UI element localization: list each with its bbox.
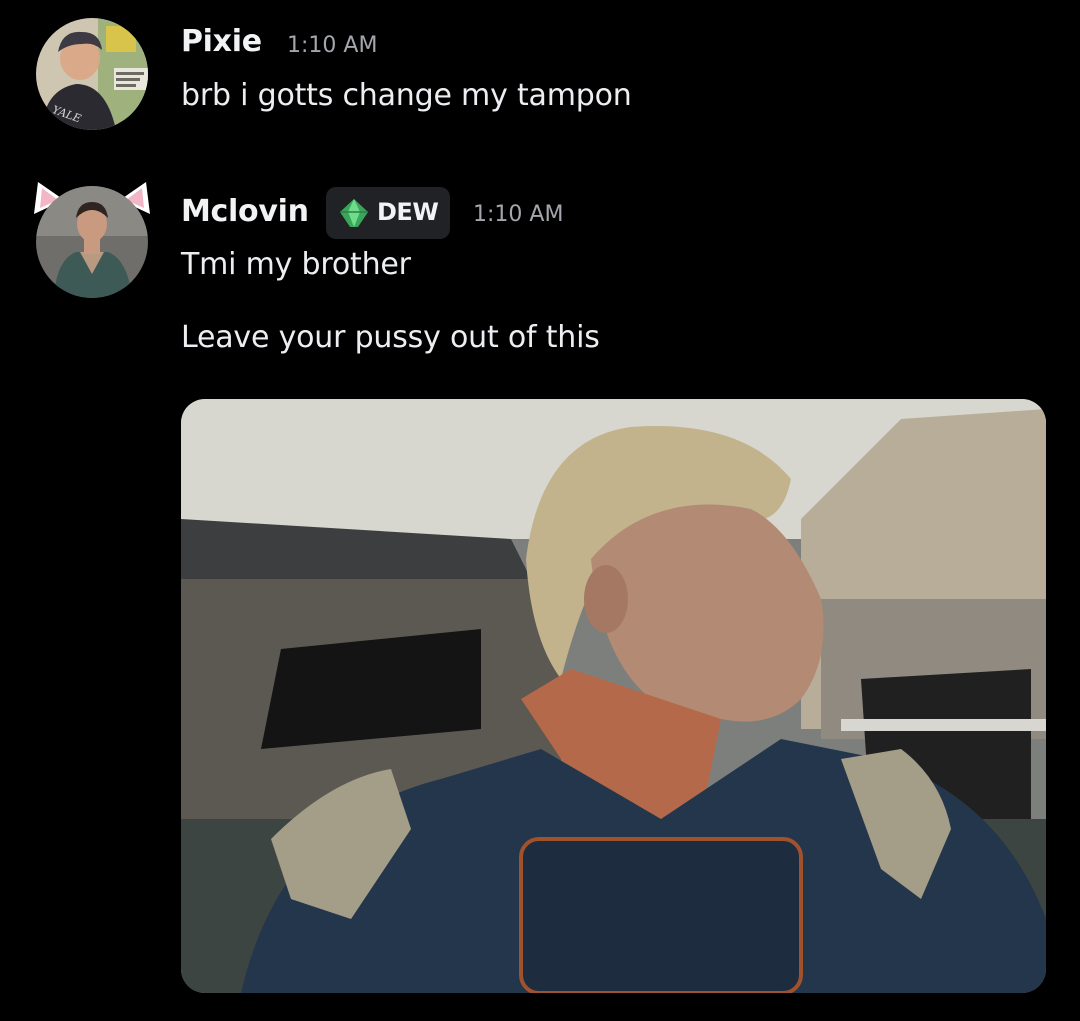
timestamp-mclovin[interactable]: 1:10 AM [473,202,563,227]
message-mclovin: Mclovin DEW 1:10 AM Tmi my brother Leave… [0,0,1080,1021]
avatar-mclovin-image [36,186,148,298]
message-text: Tmi my brother [181,247,411,282]
role-tag[interactable]: DEW [326,187,450,239]
message-text: Leave your pussy out of this [181,320,600,355]
gif-attachment[interactable] [181,399,1046,993]
green-gem-icon [340,199,368,227]
gif-image [181,399,1046,993]
username-mclovin[interactable]: Mclovin [181,194,309,229]
role-tag-label: DEW [377,198,439,226]
avatar-mclovin[interactable] [36,186,148,298]
